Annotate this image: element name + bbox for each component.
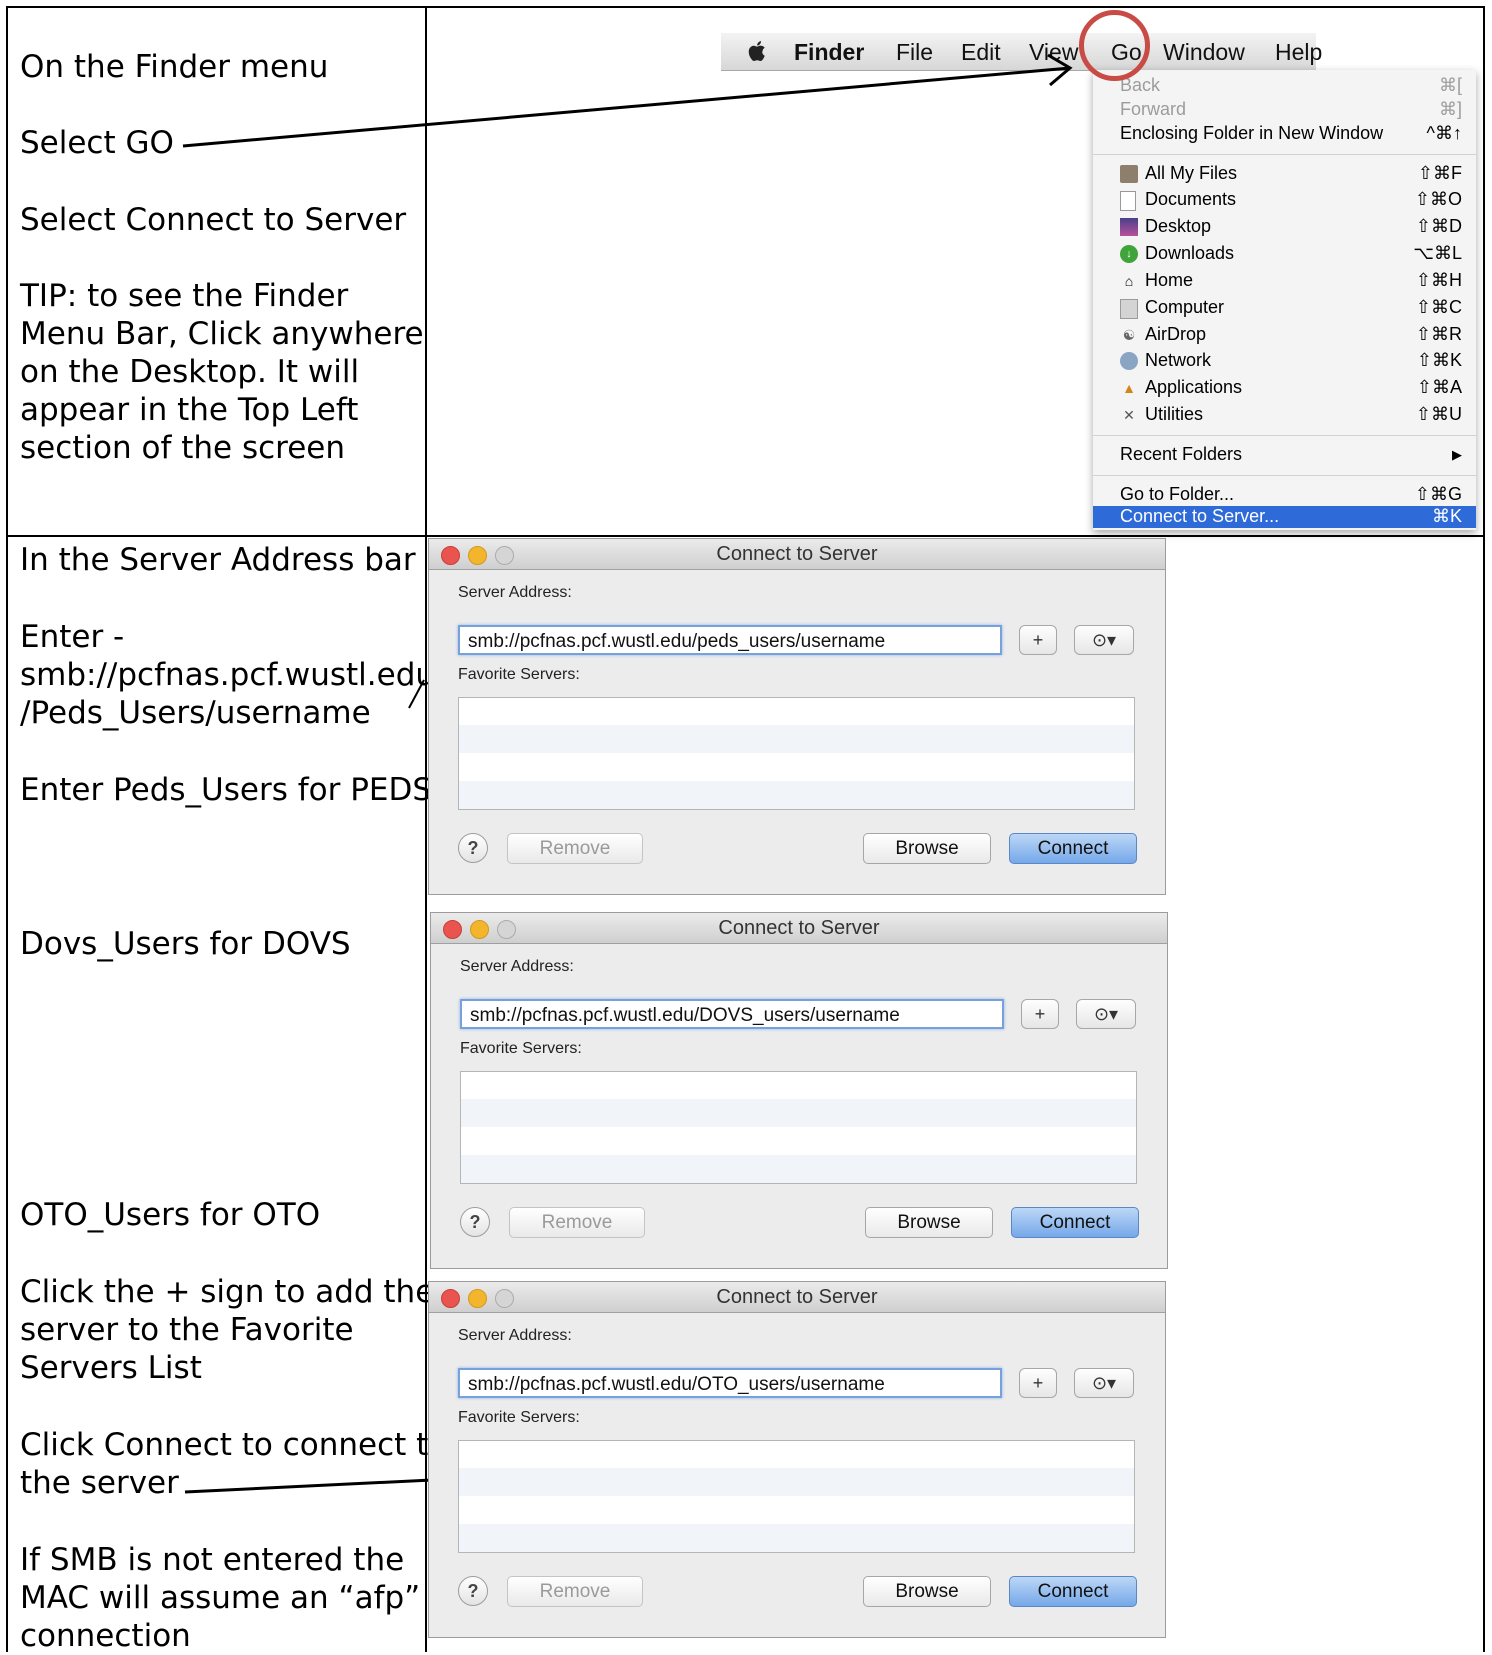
- recent-servers-button[interactable]: ⊙▾: [1074, 625, 1134, 655]
- dialog-title: Connect to Server: [716, 543, 878, 565]
- add-favorite-button[interactable]: +: [1021, 999, 1059, 1029]
- dialog-titlebar: Connect to Server: [429, 539, 1165, 570]
- instruction-connect-2: the server: [20, 1465, 179, 1501]
- connect-button[interactable]: Connect: [1009, 1576, 1137, 1607]
- instruction-plus-1: Click the + sign to add the: [20, 1274, 435, 1310]
- server-address-label: Server Address:: [458, 1327, 572, 1344]
- instruction-peds: Enter Peds_Users for PEDS: [20, 772, 433, 808]
- server-address-input[interactable]: smb://pcfnas.pcf.wustl.edu/OTO_users/use…: [458, 1368, 1002, 1398]
- favorite-servers-label: Favorite Servers:: [458, 1409, 580, 1426]
- instruction-enter: Enter -: [20, 619, 125, 655]
- browse-button[interactable]: Browse: [865, 1207, 993, 1238]
- favorite-servers-list[interactable]: [458, 1440, 1135, 1553]
- remove-button[interactable]: Remove: [507, 833, 643, 864]
- dialog-titlebar: Connect to Server: [431, 913, 1167, 944]
- list-stripe: [461, 1099, 1136, 1127]
- recent-servers-button[interactable]: ⊙▾: [1074, 1368, 1134, 1398]
- list-stripe: [459, 1524, 1134, 1552]
- connect-to-server-dialog-dovs: Connect to Server Server Address: smb://…: [430, 912, 1168, 1269]
- instruction-smb-3: connection: [20, 1618, 191, 1654]
- dialog-title: Connect to Server: [716, 1286, 878, 1308]
- list-stripe: [459, 781, 1134, 809]
- browse-button[interactable]: Browse: [863, 833, 991, 864]
- connect-button[interactable]: Connect: [1009, 833, 1137, 864]
- instruction-smb-1: If SMB is not entered the: [20, 1542, 405, 1578]
- remove-button[interactable]: Remove: [509, 1207, 645, 1238]
- favorite-servers-list[interactable]: [458, 697, 1135, 810]
- instruction-dovs: Dovs_Users for DOVS: [20, 926, 351, 962]
- add-favorite-button[interactable]: +: [1019, 1368, 1057, 1398]
- add-favorite-button[interactable]: +: [1019, 625, 1057, 655]
- instruction-url-2: /Peds_Users/username: [20, 695, 371, 731]
- connect-to-server-dialog-oto: Connect to Server Server Address: smb://…: [428, 1281, 1166, 1638]
- server-address-label: Server Address:: [460, 958, 574, 975]
- connect-to-server-dialog-peds: Connect to Server Server Address: smb://…: [428, 538, 1166, 895]
- instruction-plus-3: Servers List: [20, 1350, 202, 1386]
- help-button[interactable]: ?: [460, 1207, 490, 1237]
- instruction-plus-2: server to the Favorite: [20, 1312, 354, 1348]
- connect-button[interactable]: Connect: [1011, 1207, 1139, 1238]
- list-stripe: [459, 1468, 1134, 1496]
- help-button[interactable]: ?: [458, 833, 488, 863]
- favorite-servers-list[interactable]: [460, 1071, 1137, 1184]
- instruction-oto: OTO_Users for OTO: [20, 1197, 321, 1233]
- favorite-servers-label: Favorite Servers:: [458, 666, 580, 683]
- dialog-title: Connect to Server: [718, 917, 880, 939]
- browse-button[interactable]: Browse: [863, 1576, 991, 1607]
- help-button[interactable]: ?: [458, 1576, 488, 1606]
- recent-servers-button[interactable]: ⊙▾: [1076, 999, 1136, 1029]
- list-stripe: [459, 725, 1134, 753]
- server-address-input[interactable]: smb://pcfnas.pcf.wustl.edu/peds_users/us…: [458, 625, 1002, 655]
- dialog-titlebar: Connect to Server: [429, 1282, 1165, 1313]
- instruction-connect-1: Click Connect to connect to: [20, 1427, 448, 1463]
- favorite-servers-label: Favorite Servers:: [460, 1040, 582, 1057]
- list-stripe: [461, 1155, 1136, 1183]
- remove-button[interactable]: Remove: [507, 1576, 643, 1607]
- instruction-address-bar: In the Server Address bar: [20, 542, 416, 578]
- instruction-smb-2: MAC will assume an “afp”: [20, 1580, 421, 1616]
- instruction-url-1: smb://pcfnas.pcf.wustl.edu: [20, 657, 436, 693]
- server-address-label: Server Address:: [458, 584, 572, 601]
- server-address-input[interactable]: smb://pcfnas.pcf.wustl.edu/DOVS_users/us…: [460, 999, 1004, 1029]
